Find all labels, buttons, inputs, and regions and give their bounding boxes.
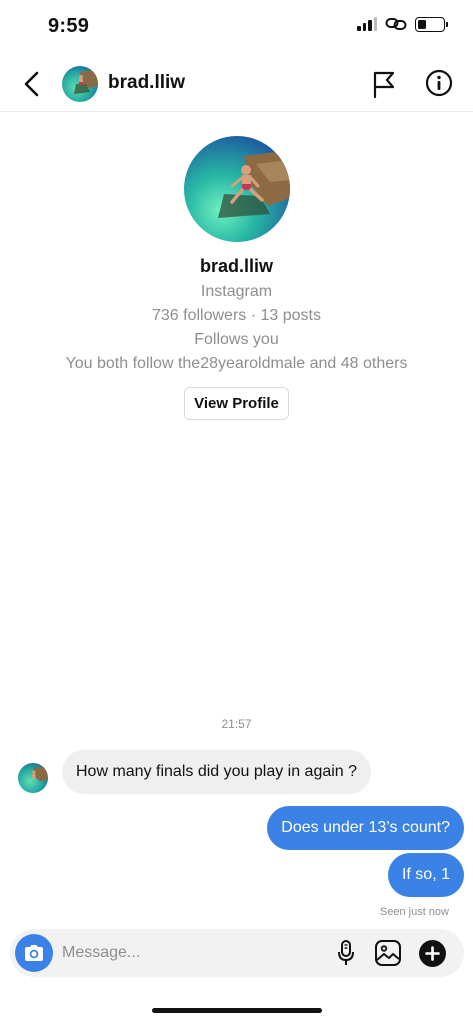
plus-button[interactable] bbox=[419, 940, 446, 967]
incoming-message[interactable]: How many finals did you play in again ? bbox=[62, 750, 372, 794]
camera-button[interactable] bbox=[15, 934, 53, 972]
back-chevron-icon[interactable] bbox=[18, 68, 46, 100]
chat-header: brad.lliw bbox=[0, 56, 473, 112]
avatar-image bbox=[62, 66, 98, 102]
plus-icon bbox=[425, 946, 440, 961]
profile-stats: 736 followers · 13 posts bbox=[152, 307, 321, 324]
message-composer bbox=[10, 929, 464, 977]
profile-card: brad.lliw Instagram 736 followers · 13 p… bbox=[0, 136, 473, 420]
status-icons bbox=[357, 16, 448, 32]
camera-icon bbox=[25, 945, 43, 961]
home-indicator[interactable] bbox=[152, 1008, 322, 1013]
avatar-image bbox=[183, 136, 290, 242]
flag-icon[interactable] bbox=[371, 69, 397, 99]
avatar-image bbox=[18, 763, 48, 793]
sender-avatar[interactable] bbox=[18, 763, 48, 793]
battery-level bbox=[418, 19, 427, 29]
gallery-icon[interactable] bbox=[374, 939, 402, 967]
link-icon bbox=[385, 18, 407, 30]
profile-follow-relation: Follows you bbox=[194, 331, 279, 348]
cellular-signal-icon bbox=[357, 17, 377, 31]
seen-status: Seen just now bbox=[379, 906, 449, 918]
status-time: 9:59 bbox=[48, 15, 90, 37]
profile-mutual-followers: You both follow the28yearoldmale and 48 … bbox=[65, 355, 408, 372]
profile-username: brad.lliw bbox=[199, 256, 273, 276]
microphone-icon[interactable] bbox=[336, 939, 356, 967]
info-icon[interactable] bbox=[425, 69, 453, 97]
header-username[interactable]: brad.lliw bbox=[108, 72, 185, 94]
battery-icon bbox=[415, 16, 448, 32]
outgoing-message[interactable]: If so, 1 bbox=[387, 853, 464, 897]
status-bar: 9:59 bbox=[0, 0, 473, 54]
view-profile-button[interactable]: View Profile bbox=[184, 387, 289, 420]
profile-platform: Instagram bbox=[200, 283, 273, 300]
profile-avatar[interactable] bbox=[183, 136, 290, 242]
outgoing-message[interactable]: Does under 13’s count? bbox=[267, 806, 464, 850]
message-input[interactable] bbox=[62, 940, 312, 966]
message-timestamp: 21:57 bbox=[221, 717, 252, 731]
header-avatar[interactable] bbox=[62, 66, 98, 102]
